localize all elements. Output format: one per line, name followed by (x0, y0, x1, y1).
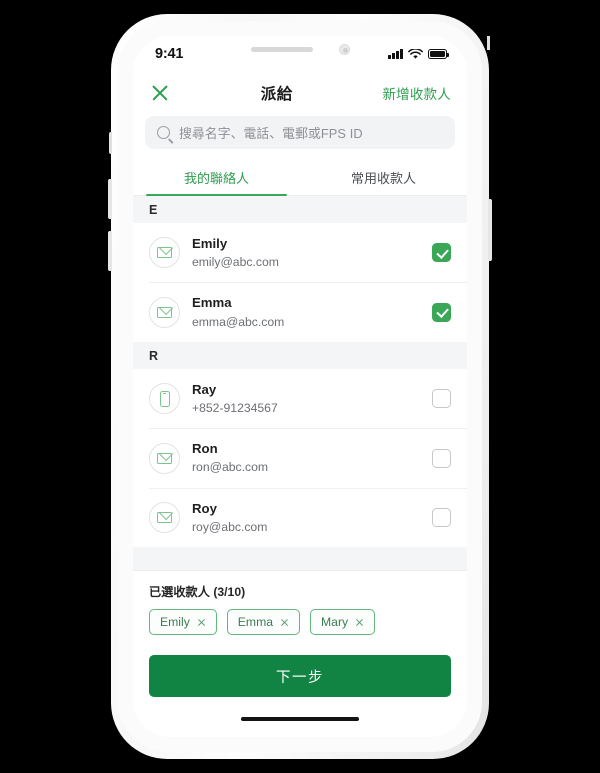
contact-detail: emma@abc.com (192, 314, 285, 329)
remove-chip-icon[interactable] (197, 618, 206, 627)
home-indicator-area (133, 697, 467, 737)
contact-name: Ray (192, 381, 217, 397)
mail-icon (157, 452, 172, 464)
list-item[interactable]: Emma emma@abc.com (133, 282, 467, 341)
contact-detail: +852-91234567 (192, 401, 278, 416)
cellular-signal-icon (388, 49, 403, 59)
contact-checkbox[interactable] (432, 448, 451, 468)
phone-icon (159, 390, 170, 407)
page-title: 派給 (260, 86, 293, 103)
silent-switch[interactable] (109, 132, 112, 154)
search-icon (157, 126, 170, 139)
selected-chip[interactable]: Mary (310, 609, 376, 635)
nav-header: 派給 新增收款人 (133, 72, 467, 116)
status-time: 9:41 (155, 46, 184, 62)
power-button[interactable] (488, 199, 492, 261)
volume-up-button[interactable] (108, 179, 112, 219)
section-header-r: R (133, 341, 467, 369)
avatar (149, 296, 180, 328)
contact-detail: roy@abc.com (192, 519, 268, 534)
tab-my-contacts[interactable]: 我的聯絡人 (133, 159, 300, 197)
contact-group-r: Ray +852-91234567 Ron ron@abc.com Roy ro… (133, 368, 467, 548)
contact-info: Emily emily@abc.com (192, 234, 420, 271)
chip-label: Emily (160, 615, 190, 629)
contact-info: Ray +852-91234567 (192, 380, 420, 417)
phone-screen: 9:41 派給 新增收款人 搜尋名字、電話、電郵或FPS ID 我的聯絡人 常用… (133, 36, 467, 737)
list-item[interactable]: Ron ron@abc.com (133, 428, 467, 487)
avatar (149, 442, 180, 474)
next-step-button[interactable]: 下一步 (149, 655, 451, 697)
contact-name: Emily (192, 236, 228, 251)
selected-chips: Emily Emma Mary (149, 609, 451, 635)
list-item[interactable]: Ray +852-91234567 (133, 369, 467, 428)
device-notch (212, 36, 388, 62)
section-header-e: E (133, 196, 467, 223)
list-item[interactable]: Roy roy@abc.com (133, 487, 467, 547)
contact-group-e: Emily emily@abc.com Emma emma@abc.com (133, 223, 467, 342)
contact-info: Emma emma@abc.com (192, 293, 420, 330)
contact-checkbox[interactable] (432, 302, 451, 322)
wifi-icon (408, 48, 423, 59)
cta-container: 下一步 (133, 645, 467, 697)
contact-detail: ron@abc.com (192, 460, 269, 475)
search-container: 搜尋名字、電話、電郵或FPS ID (133, 116, 467, 159)
search-input[interactable]: 搜尋名字、電話、電郵或FPS ID (145, 116, 455, 149)
front-camera-icon (338, 43, 350, 55)
chip-label: Emma (237, 615, 274, 629)
mail-icon (157, 306, 172, 318)
battery-icon (428, 49, 449, 59)
contact-name: Emma (192, 295, 232, 311)
mail-icon (157, 511, 172, 523)
tab-bar: 我的聯絡人 常用收款人 (133, 159, 467, 197)
selected-chip[interactable]: Emma (226, 609, 301, 635)
tab-frequent-payees[interactable]: 常用收款人 (300, 159, 467, 195)
remove-chip-icon[interactable] (280, 618, 289, 627)
avatar (149, 237, 180, 269)
home-indicator[interactable] (241, 716, 359, 722)
contact-checkbox[interactable] (432, 507, 451, 527)
list-item[interactable]: Emily emily@abc.com (133, 223, 467, 282)
contact-info: Ron ron@abc.com (192, 439, 420, 476)
contact-info: Roy roy@abc.com (192, 499, 420, 536)
mail-icon (157, 247, 172, 259)
selected-payees-bar: 已選收款人 (3/10) Emily Emma Mary (133, 570, 467, 645)
add-payee-button[interactable]: 新增收款人 (382, 83, 451, 103)
contact-detail: emily@abc.com (192, 255, 279, 270)
earpiece-speaker-icon (250, 46, 313, 52)
selected-chip[interactable]: Emily (149, 609, 217, 635)
close-icon[interactable] (149, 82, 171, 104)
contact-checkbox[interactable] (432, 243, 451, 263)
volume-down-button[interactable] (108, 231, 112, 271)
contact-checkbox[interactable] (432, 389, 451, 409)
avatar (149, 383, 180, 415)
phone-device-frame: 9:41 派給 新增收款人 搜尋名字、電話、電郵或FPS ID 我的聯絡人 常用… (108, 14, 492, 759)
contact-list[interactable]: E Emily emily@abc.com Emma emma@abc.com (133, 196, 467, 570)
contact-name: Roy (192, 500, 217, 516)
selected-count-label: 已選收款人 (3/10) (149, 585, 246, 599)
status-icons (388, 48, 449, 60)
contact-name: Ron (192, 441, 218, 457)
frame-accent (487, 36, 490, 50)
chip-label: Mary (321, 615, 349, 629)
remove-chip-icon[interactable] (355, 618, 364, 627)
search-placeholder: 搜尋名字、電話、電郵或FPS ID (179, 126, 363, 141)
avatar (149, 501, 180, 533)
